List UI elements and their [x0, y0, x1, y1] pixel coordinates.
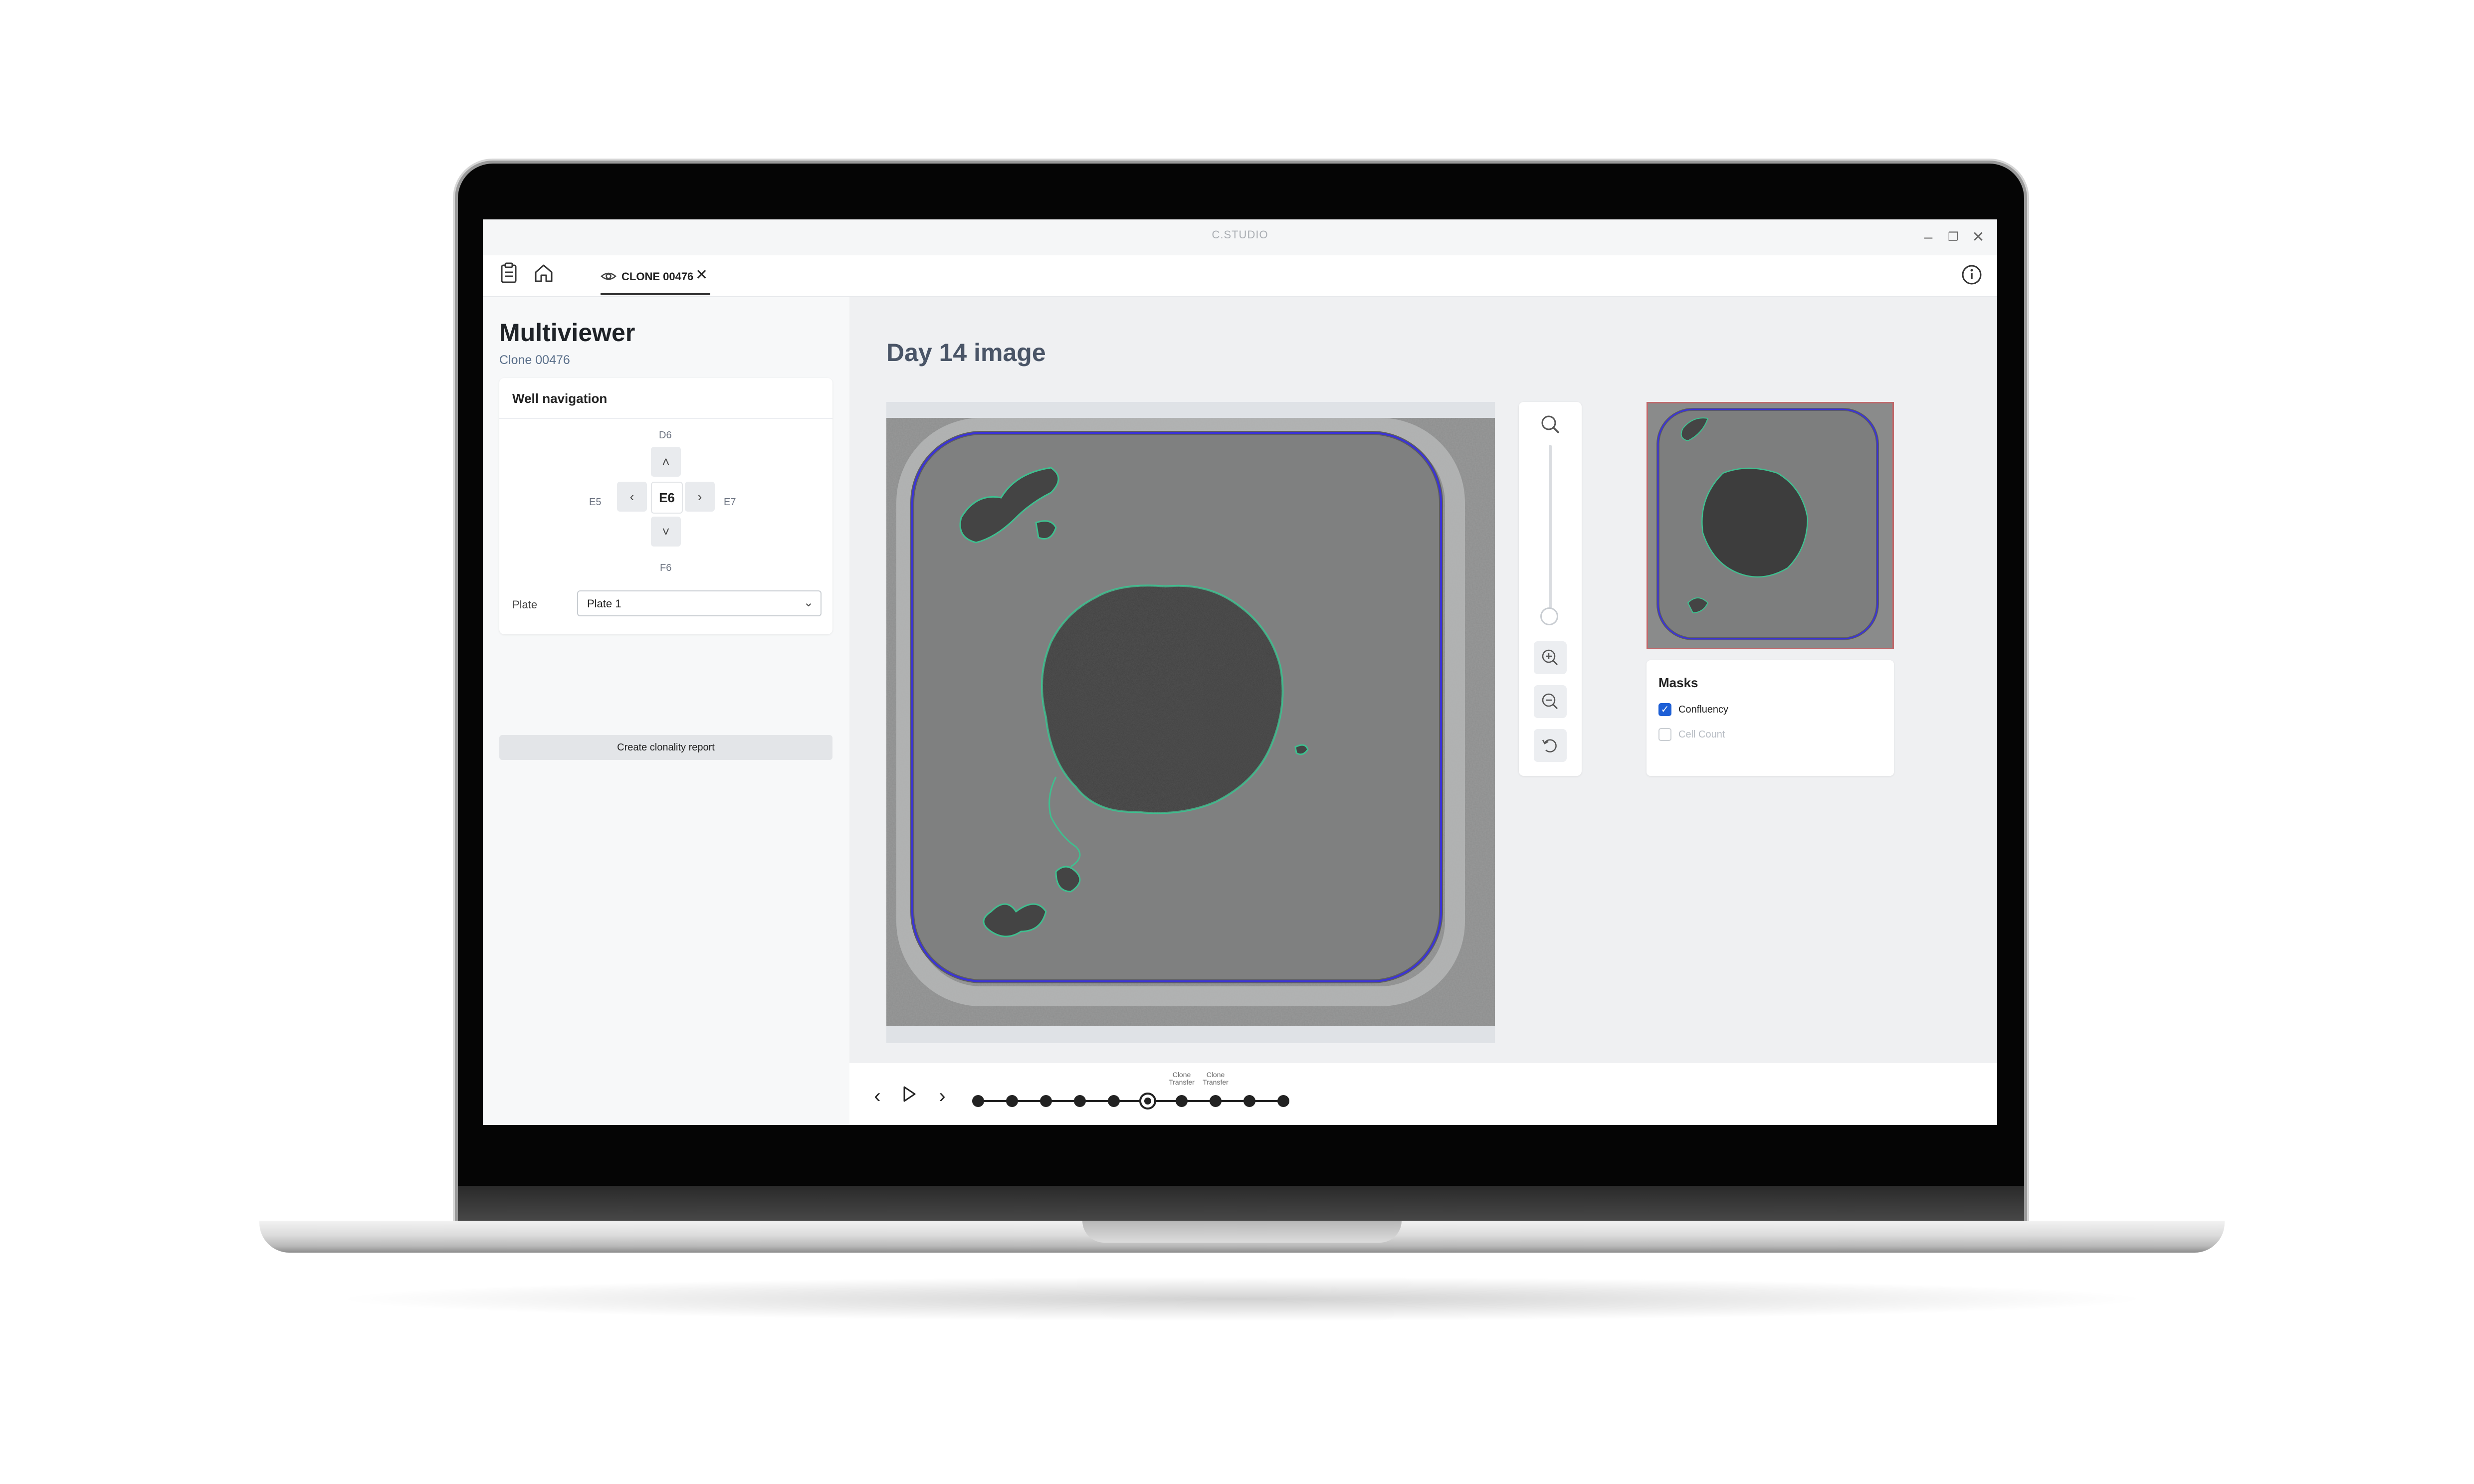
tab-bar: CLONE 00476 ✕	[483, 255, 1997, 297]
next-icon[interactable]: ›	[932, 1085, 952, 1108]
well-navigation-card: Well navigation D6 ˄ E5 ‹ E6 › E7 ˅ F6 P…	[499, 378, 832, 634]
well-label-down: F6	[660, 562, 672, 573]
well-label-up: D6	[659, 430, 672, 441]
clipboard-icon[interactable]	[495, 262, 523, 290]
well-navigation-title: Well navigation	[512, 391, 608, 406]
app-title: C.STUDIO	[1212, 228, 1268, 241]
masks-card: Masks ✓ Confluency Cell Count	[1647, 660, 1894, 776]
minimize-icon[interactable]: –	[1917, 226, 1939, 248]
main-content: Day 14 image Masks ✓ Confluency Cell Cou…	[849, 297, 1997, 1063]
well-left-button[interactable]: ‹	[617, 482, 647, 512]
timeline-point[interactable]	[1176, 1095, 1188, 1107]
thumbnail-image	[1656, 408, 1879, 640]
laptop-chin	[458, 1186, 2024, 1221]
app-screen: C.STUDIO – ❐ ✕ CLONE 00476 ✕ Multiviewer…	[483, 219, 1997, 1125]
confluency-label: Confluency	[1678, 704, 1729, 715]
well-down-button[interactable]: ˅	[651, 517, 681, 547]
page-subtitle: Clone 00476	[499, 353, 570, 367]
info-icon[interactable]	[1959, 262, 1984, 287]
well-navigation-header: Well navigation	[499, 378, 832, 419]
well-right-button[interactable]: ›	[685, 482, 715, 512]
search-icon	[1539, 413, 1562, 438]
zoom-in-button[interactable]	[1534, 641, 1567, 674]
close-icon[interactable]: ✕	[695, 266, 708, 284]
timeline-point[interactable]	[1074, 1095, 1086, 1107]
tab-clone-label: CLONE 00476	[621, 270, 694, 283]
timeline-bar: ‹ › Clone Transfer Clone Transfer	[849, 1063, 1997, 1125]
well-image[interactable]	[886, 418, 1495, 1026]
well-up-button[interactable]: ˄	[651, 447, 681, 477]
timeline-point[interactable]	[1243, 1095, 1255, 1107]
laptop-notch	[1082, 1221, 1402, 1243]
plate-label: Plate	[512, 598, 538, 611]
image-viewer[interactable]	[886, 402, 1495, 1043]
well-label-left: E5	[589, 497, 602, 508]
chevron-down-icon: ⌄	[803, 596, 814, 609]
page-title: Multiviewer	[499, 319, 635, 347]
zoom-panel	[1519, 402, 1582, 776]
well-label-right: E7	[724, 497, 736, 508]
tab-clone[interactable]: CLONE 00476 ✕	[601, 259, 710, 295]
home-icon[interactable]	[530, 262, 558, 290]
timeline-point[interactable]	[1040, 1095, 1052, 1107]
confluency-checkbox[interactable]: ✓	[1658, 703, 1671, 716]
plate-select[interactable]: Plate 1 ⌄	[577, 590, 822, 616]
current-well: E6	[651, 482, 683, 514]
close-window-icon[interactable]: ✕	[1967, 226, 1989, 248]
create-clonality-report-button[interactable]: Create clonality report	[499, 735, 832, 760]
timeline-point[interactable]	[1277, 1095, 1289, 1107]
plate-select-value: Plate 1	[587, 597, 621, 610]
timeline-annotation: Clone Transfer	[1203, 1071, 1229, 1086]
zoom-out-button[interactable]	[1534, 685, 1567, 718]
masks-title: Masks	[1658, 675, 1698, 690]
overview-thumbnail[interactable]	[1647, 402, 1894, 649]
zoom-slider-handle[interactable]	[1540, 607, 1558, 625]
timeline-point[interactable]	[1139, 1093, 1156, 1110]
timeline-point[interactable]	[1006, 1095, 1018, 1107]
zoom-slider-track[interactable]	[1549, 445, 1552, 614]
play-icon[interactable]	[899, 1085, 919, 1108]
timeline-point[interactable]	[972, 1095, 984, 1107]
timeline-track	[977, 1100, 1284, 1102]
previous-icon[interactable]: ‹	[867, 1085, 887, 1108]
title-bar: C.STUDIO – ❐ ✕	[483, 219, 1997, 255]
timeline-point[interactable]	[1210, 1095, 1222, 1107]
restore-icon[interactable]: ❐	[1942, 226, 1964, 248]
left-panel: Multiviewer Clone 00476 Well navigation …	[483, 297, 849, 1125]
cell-count-checkbox[interactable]	[1658, 728, 1671, 741]
cell-count-label: Cell Count	[1678, 729, 1725, 740]
image-title: Day 14 image	[886, 339, 1046, 367]
laptop-shadow	[329, 1277, 2155, 1321]
reset-zoom-button[interactable]	[1534, 729, 1567, 762]
timeline-point[interactable]	[1108, 1095, 1120, 1107]
eye-icon	[601, 268, 617, 288]
